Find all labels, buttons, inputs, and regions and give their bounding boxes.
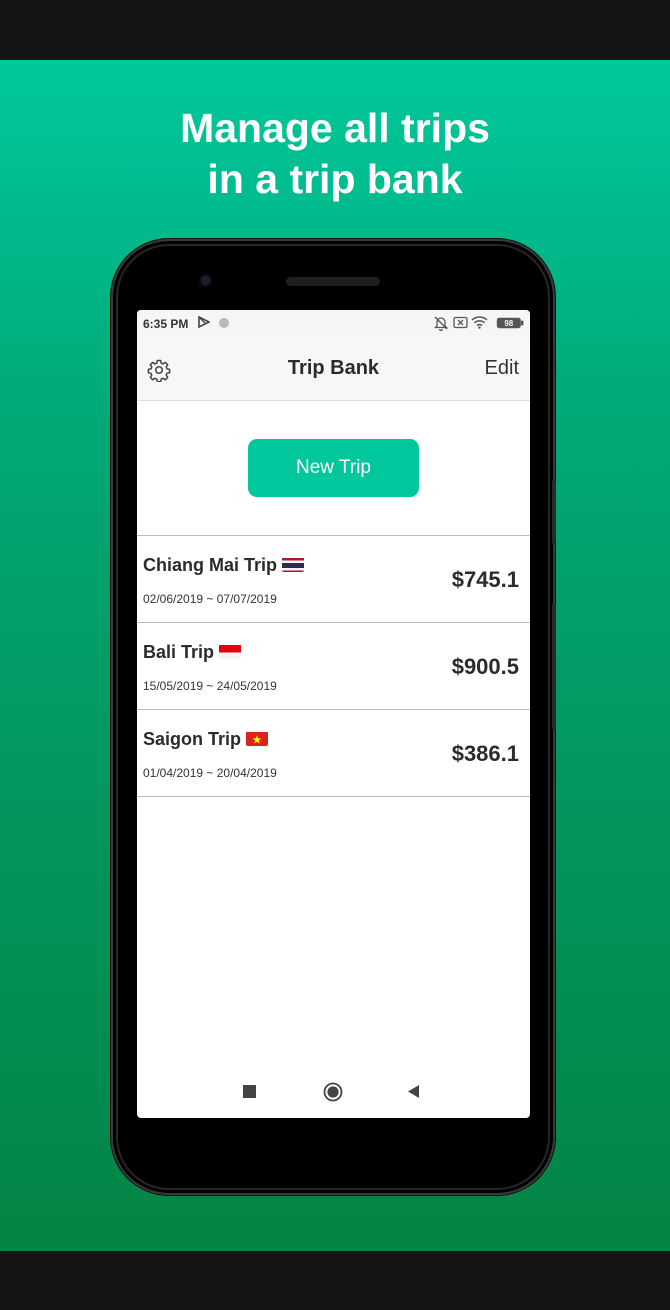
trip-name-label: Saigon Trip xyxy=(143,729,269,750)
trip-dates: 01/04/2019 ~ 20/04/2019 xyxy=(143,766,277,780)
indonesia-flag-icon xyxy=(219,644,242,659)
trip-name-text: Chiang Mai Trip xyxy=(143,555,278,575)
trip-name-label: Chiang Mai Trip xyxy=(143,555,305,576)
trip-row-bali[interactable]: Bali Trip 15/05/2019 ~ 24/05/2019 $900.5 xyxy=(137,623,530,710)
edit-button[interactable]: Edit xyxy=(485,357,519,380)
trip-dates: 02/06/2019 ~ 07/07/2019 xyxy=(143,592,277,606)
trip-row-chiang-mai[interactable]: Chiang Mai Trip 02/06/2019 ~ 07/07/2019 … xyxy=(137,536,530,623)
home-circle-icon[interactable] xyxy=(323,1082,343,1102)
new-trip-button[interactable]: New Trip xyxy=(248,439,419,497)
trip-list: Chiang Mai Trip 02/06/2019 ~ 07/07/2019 … xyxy=(137,535,530,797)
dot-notification-icon xyxy=(219,318,229,328)
play-store-notification-icon xyxy=(198,315,211,331)
trip-row-saigon[interactable]: Saigon Trip 01/04/2019 ~ 20/04/2019 $386… xyxy=(137,710,530,797)
status-time: 6:35 PM xyxy=(143,317,189,331)
thailand-flag-icon xyxy=(282,557,305,572)
trip-amount: $745.1 xyxy=(451,567,519,592)
back-triangle-icon[interactable] xyxy=(407,1084,421,1099)
x-box-icon xyxy=(453,316,468,332)
power-button xyxy=(552,480,556,544)
earpiece-speaker xyxy=(286,277,380,286)
page-title: Trip Bank xyxy=(287,357,380,379)
trip-amount: $386.1 xyxy=(451,741,519,766)
app-bar: Trip Bank Edit xyxy=(137,338,530,401)
trip-name-text: Saigon Trip xyxy=(143,729,242,749)
promo-headline-line1: Manage all trips xyxy=(180,105,490,151)
front-camera-icon xyxy=(199,274,212,287)
wifi-icon xyxy=(471,315,488,332)
volume-button xyxy=(552,604,556,730)
phone-screen: 6:35 PM 98 Trip Bank Edit New Trip Chian… xyxy=(137,310,530,1118)
vietnam-flag-icon xyxy=(246,731,269,746)
trip-name-label: Bali Trip xyxy=(143,642,242,663)
trip-name-text: Bali Trip xyxy=(143,642,215,662)
bottom-letterbox xyxy=(0,1251,670,1310)
top-letterbox xyxy=(0,0,670,60)
promo-headline: Manage all trips in a trip bank xyxy=(0,103,670,205)
battery-icon: 98 xyxy=(496,317,524,332)
trip-amount: $900.5 xyxy=(451,654,519,679)
promo-headline-line2: in a trip bank xyxy=(207,156,463,202)
svg-text:98: 98 xyxy=(504,319,513,328)
status-bar: 6:35 PM 98 xyxy=(137,310,530,338)
trip-dates: 15/05/2019 ~ 24/05/2019 xyxy=(143,679,277,693)
recents-square-icon[interactable] xyxy=(243,1085,256,1098)
system-nav-bar xyxy=(137,1074,530,1108)
bell-off-icon xyxy=(433,315,449,334)
